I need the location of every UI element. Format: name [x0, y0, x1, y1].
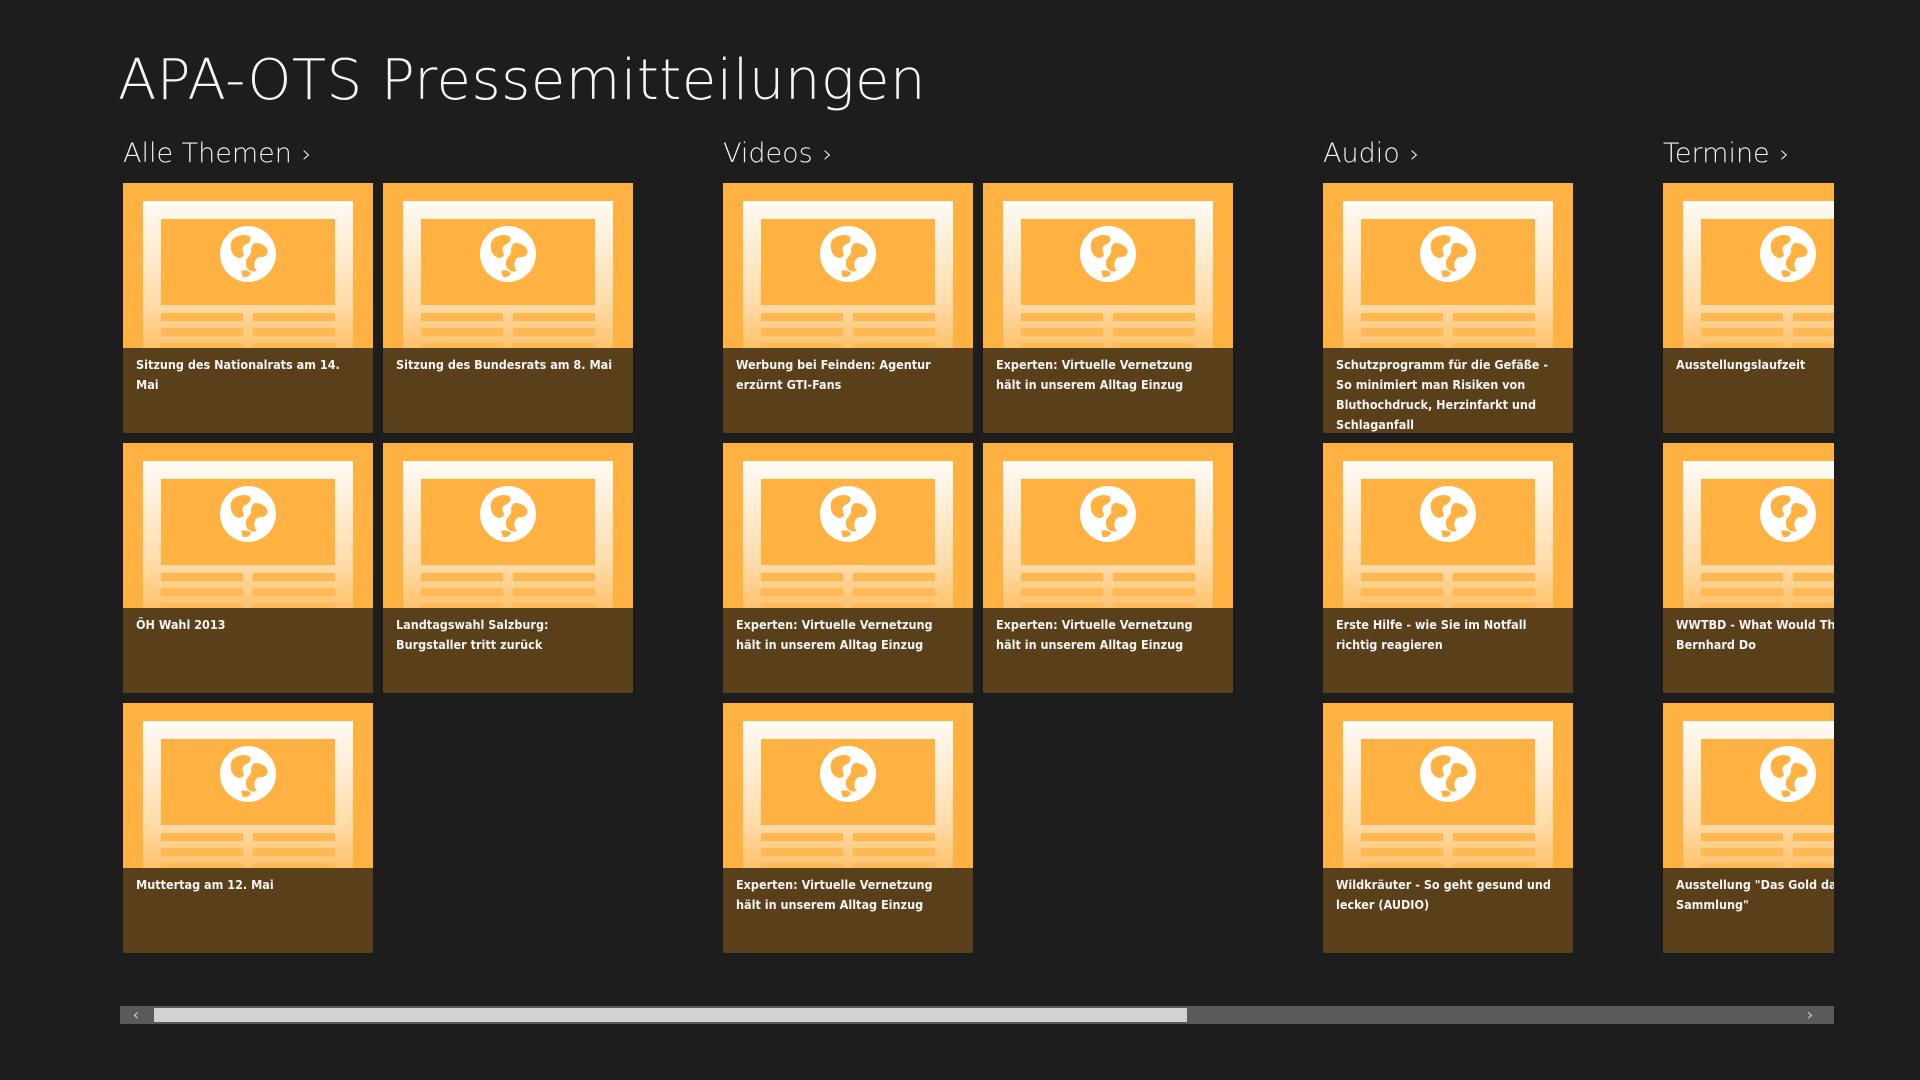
- group-header-videos[interactable]: Videos ›: [723, 136, 832, 172]
- tile-caption: Experten: Virtuelle Vernetzung hält in u…: [983, 348, 1233, 433]
- news-tile[interactable]: Muttertag am 12. Mai: [123, 703, 373, 953]
- newspaper-globe-icon: [1663, 183, 1834, 348]
- newspaper-globe-icon: [123, 703, 373, 868]
- group-header-label: Audio: [1323, 138, 1400, 169]
- tile-caption: Experten: Virtuelle Vernetzung hält in u…: [983, 608, 1233, 693]
- scroll-right-icon[interactable]: ›: [1794, 1006, 1826, 1024]
- news-tile[interactable]: WWTBD - What Would Thomas Bernhard Do: [1663, 443, 1834, 693]
- tile-caption: ÖH Wahl 2013: [123, 608, 373, 693]
- newspaper-globe-icon: [1323, 443, 1573, 608]
- tile-caption: Erste Hilfe - wie Sie im Notfall richtig…: [1323, 608, 1573, 693]
- news-tile[interactable]: Sitzung des Nationalrats am 14. Mai: [123, 183, 373, 433]
- tile-caption: WWTBD - What Would Thomas Bernhard Do: [1663, 608, 1834, 693]
- newspaper-globe-icon: [123, 443, 373, 608]
- news-tile[interactable]: Ausstellungslaufzeit: [1663, 183, 1834, 433]
- tile-caption: Schutzprogramm für die Gefäße - So minim…: [1323, 348, 1573, 433]
- tile-caption: Landtagswahl Salzburg: Burgstaller tritt…: [383, 608, 633, 693]
- tile-caption: Ausstellungslaufzeit: [1663, 348, 1834, 433]
- tile-caption: Experten: Virtuelle Vernetzung hält in u…: [723, 608, 973, 693]
- news-tile[interactable]: Schutzprogramm für die Gefäße - So minim…: [1323, 183, 1573, 433]
- tile-caption: Sitzung des Bundesrats am 8. Mai: [383, 348, 633, 433]
- scroll-left-icon[interactable]: ‹: [120, 1006, 152, 1024]
- newspaper-globe-icon: [723, 183, 973, 348]
- newspaper-globe-icon: [1323, 703, 1573, 868]
- news-tile[interactable]: Werbung bei Feinden: Agentur erzürnt GTI…: [723, 183, 973, 433]
- group-header-label: Alle Themen: [123, 138, 292, 169]
- news-tile[interactable]: Erste Hilfe - wie Sie im Notfall richtig…: [1323, 443, 1573, 693]
- group-header-termine[interactable]: Termine ›: [1663, 136, 1789, 172]
- news-tile[interactable]: Experten: Virtuelle Vernetzung hält in u…: [983, 183, 1233, 433]
- news-tile[interactable]: Experten: Virtuelle Vernetzung hält in u…: [983, 443, 1233, 693]
- group-header-audio[interactable]: Audio ›: [1323, 136, 1419, 172]
- hub-scroll-viewport: Alle Themen › Sitzung des Nationalrats am…: [120, 0, 1834, 1000]
- newspaper-globe-icon: [123, 183, 373, 348]
- newspaper-globe-icon: [983, 443, 1233, 608]
- chevron-right-icon: ›: [1409, 140, 1420, 168]
- newspaper-globe-icon: [1663, 443, 1834, 608]
- chevron-right-icon: ›: [822, 140, 833, 168]
- newspaper-globe-icon: [983, 183, 1233, 348]
- newspaper-globe-icon: [723, 703, 973, 868]
- newspaper-globe-icon: [383, 443, 633, 608]
- newspaper-globe-icon: [383, 183, 633, 348]
- news-tile[interactable]: Wildkräuter - So geht gesund und lecker …: [1323, 703, 1573, 953]
- tile-caption: Ausstellung "Das Gold das Alten Sammlung…: [1663, 868, 1834, 953]
- news-tile[interactable]: Landtagswahl Salzburg: Burgstaller tritt…: [383, 443, 633, 693]
- tile-caption: Sitzung des Nationalrats am 14. Mai: [123, 348, 373, 433]
- news-tile[interactable]: ÖH Wahl 2013: [123, 443, 373, 693]
- newspaper-globe-icon: [1323, 183, 1573, 348]
- group-header-label: Videos: [723, 138, 813, 169]
- group-header-alle-themen[interactable]: Alle Themen ›: [123, 136, 312, 172]
- news-tile[interactable]: Sitzung des Bundesrats am 8. Mai: [383, 183, 633, 433]
- chevron-right-icon: ›: [1779, 140, 1790, 168]
- news-tile[interactable]: Ausstellung "Das Gold das Alten Sammlung…: [1663, 703, 1834, 953]
- tile-caption: Muttertag am 12. Mai: [123, 868, 373, 953]
- news-tile[interactable]: Experten: Virtuelle Vernetzung hält in u…: [723, 703, 973, 953]
- chevron-right-icon: ›: [301, 140, 312, 168]
- group-header-label: Termine: [1663, 138, 1770, 169]
- tile-caption: Wildkräuter - So geht gesund und lecker …: [1323, 868, 1573, 953]
- horizontal-scrollbar[interactable]: ‹ ›: [120, 1006, 1834, 1024]
- tile-caption: Werbung bei Feinden: Agentur erzürnt GTI…: [723, 348, 973, 433]
- newspaper-globe-icon: [1663, 703, 1834, 868]
- news-tile[interactable]: Experten: Virtuelle Vernetzung hält in u…: [723, 443, 973, 693]
- tile-caption: Experten: Virtuelle Vernetzung hält in u…: [723, 868, 973, 953]
- newspaper-globe-icon: [723, 443, 973, 608]
- scrollbar-thumb[interactable]: [154, 1008, 1188, 1022]
